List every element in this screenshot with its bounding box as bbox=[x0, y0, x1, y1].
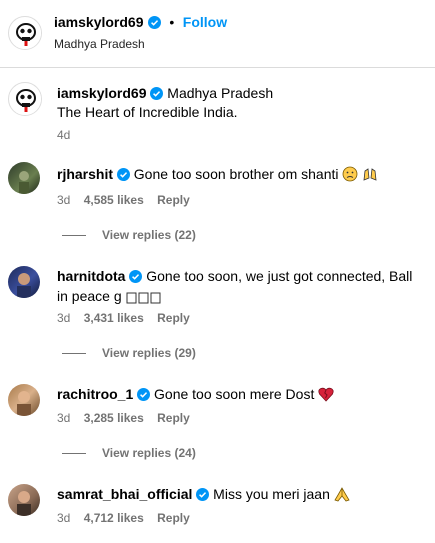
person-photo-icon bbox=[17, 491, 31, 516]
caption-time[interactable]: 4d bbox=[57, 128, 70, 142]
verified-badge-icon bbox=[116, 168, 130, 184]
verified-badge-icon bbox=[196, 488, 210, 504]
view-replies-label: View replies (29) bbox=[102, 346, 196, 360]
comment-text: Gone too soon brother om shanti bbox=[133, 166, 339, 182]
commenter-avatar[interactable] bbox=[8, 162, 40, 194]
comment-time[interactable]: 3d bbox=[57, 511, 70, 525]
comment-time[interactable]: 3d bbox=[57, 411, 70, 425]
reply-button[interactable]: Reply bbox=[157, 411, 190, 425]
replies-divider-line bbox=[62, 453, 86, 455]
view-replies-button[interactable]: View replies (22) bbox=[62, 228, 196, 242]
commenter-avatar[interactable] bbox=[8, 384, 40, 416]
raised-hands-emoji-icon bbox=[362, 166, 378, 185]
caption-text: The Heart of Incredible India. bbox=[57, 104, 238, 120]
view-replies-label: View replies (22) bbox=[102, 228, 196, 242]
reply-button[interactable]: Reply bbox=[157, 193, 190, 207]
view-replies-label: View replies (24) bbox=[102, 446, 196, 460]
view-replies-button[interactable]: View replies (24) bbox=[62, 446, 196, 460]
caption-location: Madhya Pradesh bbox=[167, 85, 274, 101]
view-replies-button[interactable]: View replies (29) bbox=[62, 346, 196, 360]
comment-time[interactable]: 3d bbox=[57, 193, 70, 207]
separator-dot: • bbox=[169, 14, 175, 30]
folded-hands-emoji-icon bbox=[334, 487, 350, 505]
author-location[interactable]: Madhya Pradesh bbox=[54, 37, 145, 51]
comment-username[interactable]: harnitdota bbox=[57, 268, 125, 284]
comment-text: Gone too soon mere Dost bbox=[154, 386, 315, 402]
comment-time[interactable]: 3d bbox=[57, 311, 70, 325]
author-avatar[interactable] bbox=[8, 16, 42, 50]
skull-logo-icon bbox=[10, 84, 41, 115]
reply-button[interactable]: Reply bbox=[157, 511, 190, 525]
verified-badge-icon bbox=[150, 87, 164, 103]
replies-divider-line bbox=[62, 235, 86, 237]
comment-likes[interactable]: 3,431 likes bbox=[84, 311, 144, 325]
comment-likes[interactable]: 4,712 likes bbox=[84, 511, 144, 525]
post-header: iamskylord69 • Follow Madhya Pradesh bbox=[0, 0, 435, 68]
commenter-avatar[interactable] bbox=[8, 484, 40, 516]
person-photo-icon bbox=[17, 391, 31, 416]
person-photo-icon bbox=[19, 171, 29, 194]
comment-text: Miss you meri jaan bbox=[213, 486, 330, 502]
caption-username[interactable]: iamskylord69 bbox=[57, 85, 147, 101]
commenter-avatar[interactable] bbox=[8, 266, 40, 298]
replies-divider-line bbox=[62, 353, 86, 355]
caption-avatar[interactable] bbox=[8, 82, 42, 116]
comment-likes[interactable]: 4,585 likes bbox=[84, 193, 144, 207]
comment-username[interactable]: rachitroo_1 bbox=[57, 386, 133, 402]
verified-badge-icon bbox=[147, 16, 161, 34]
reply-button[interactable]: Reply bbox=[157, 311, 190, 325]
sad-face-emoji-icon bbox=[342, 166, 358, 185]
comment-likes[interactable]: 3,285 likes bbox=[84, 411, 144, 425]
follow-button[interactable]: Follow bbox=[183, 14, 227, 30]
skull-logo-icon bbox=[10, 18, 41, 49]
person-photo-icon bbox=[17, 273, 31, 298]
unsupported-glyph-boxes-icon bbox=[126, 290, 162, 308]
comment-username[interactable]: samrat_bhai_official bbox=[57, 486, 192, 502]
broken-heart-emoji-icon bbox=[318, 387, 334, 405]
verified-badge-icon bbox=[129, 269, 143, 287]
author-username[interactable]: iamskylord69 bbox=[54, 14, 144, 30]
comment-username[interactable]: rjharshit bbox=[57, 166, 113, 182]
verified-badge-icon bbox=[137, 388, 151, 404]
